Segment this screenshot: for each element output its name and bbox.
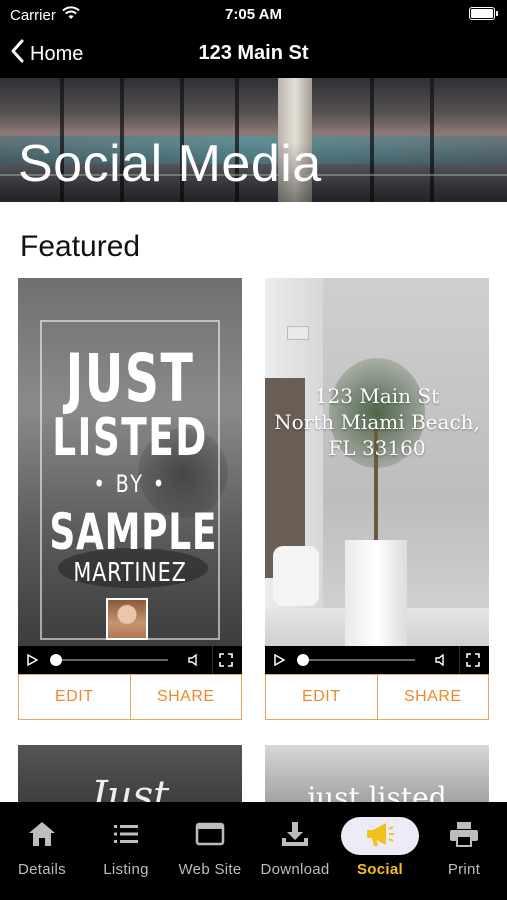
tab-social[interactable]: Social: [338, 816, 422, 882]
play-button[interactable]: [265, 646, 293, 674]
address-line: FL 33160: [328, 436, 426, 460]
overlay-line: MARTINEZ: [73, 558, 187, 588]
clock: 7:05 AM: [225, 6, 282, 23]
house-icon: [27, 816, 57, 852]
chevron-left-icon: [10, 39, 24, 69]
tab-web-site[interactable]: Web Site: [168, 816, 252, 882]
tab-label: Social: [357, 861, 403, 878]
tab-details[interactable]: Details: [0, 816, 84, 882]
printer-icon: [448, 816, 480, 852]
battery-icon: [469, 7, 498, 20]
progress-knob[interactable]: [297, 654, 309, 666]
play-icon: [274, 654, 285, 666]
video-controls: [265, 646, 489, 674]
download-tray-icon: [280, 816, 310, 852]
video-thumbnail: 123 Main St North Miami Beach, FL 33160: [265, 278, 489, 646]
share-button[interactable]: SHARE: [376, 675, 489, 719]
volume-button[interactable]: [182, 646, 206, 674]
speaker-icon: [435, 654, 444, 666]
volume-button[interactable]: [429, 646, 453, 674]
progress-knob[interactable]: [50, 654, 62, 666]
tab-label: Download: [260, 861, 330, 878]
featured-card-address: 123 Main St North Miami Beach, FL 33160 …: [265, 278, 489, 722]
progress-track: [50, 659, 168, 661]
tab-label: Web Site: [178, 861, 242, 878]
next-card-right[interactable]: just listed: [265, 745, 489, 805]
progress-track: [297, 659, 415, 661]
hero-title: Social Media: [18, 135, 322, 193]
share-button[interactable]: SHARE: [129, 675, 242, 719]
play-button[interactable]: [18, 646, 46, 674]
fullscreen-button[interactable]: [213, 646, 239, 674]
fullscreen-icon: [466, 653, 480, 667]
progress-scrubber[interactable]: [50, 646, 168, 674]
progress-scrubber[interactable]: [297, 646, 415, 674]
thumbnail-vent: [287, 326, 309, 340]
card-actions: EDIT SHARE: [18, 674, 242, 720]
overlay-line: LISTED: [52, 408, 208, 468]
back-button[interactable]: Home: [10, 39, 83, 69]
edit-button[interactable]: EDIT: [19, 675, 130, 719]
back-label: Home: [30, 42, 84, 65]
navigation-bar: Home 123 Main St: [0, 30, 507, 78]
tab-label: Details: [18, 861, 66, 878]
speaker-icon: [188, 654, 197, 666]
thumbnail-planter: [345, 540, 407, 646]
megaphone-icon: [364, 816, 396, 852]
overlay-line: SAMPLE: [49, 503, 218, 561]
video-player[interactable]: JUST LISTED • BY • SAMPLE MARTINEZ: [18, 278, 242, 674]
next-card-text: Just: [90, 773, 170, 805]
next-card-left[interactable]: Just: [18, 745, 242, 805]
card-actions: EDIT SHARE: [265, 674, 489, 720]
agent-avatar: [106, 598, 148, 640]
overlay-line: JUST: [65, 340, 195, 417]
play-icon: [27, 654, 38, 666]
tab-label: Print: [447, 861, 481, 878]
edit-button[interactable]: EDIT: [266, 675, 377, 719]
tab-print[interactable]: Print: [422, 816, 506, 882]
list-icon: [112, 816, 140, 852]
tab-bar: Details Listing Web Site Download Social…: [0, 802, 507, 900]
fullscreen-icon: [219, 653, 233, 667]
browser-window-icon: [195, 816, 225, 852]
video-controls: [18, 646, 242, 674]
video-player[interactable]: 123 Main St North Miami Beach, FL 33160: [265, 278, 489, 674]
status-bar: Carrier 7:05 AM: [0, 0, 507, 30]
thumbnail-toilet: [273, 546, 319, 606]
address-line: 123 Main St: [314, 384, 440, 408]
tab-listing[interactable]: Listing: [84, 816, 168, 882]
tab-label: Listing: [103, 861, 149, 878]
address-line: North Miami Beach,: [274, 410, 480, 434]
fullscreen-button[interactable]: [460, 646, 486, 674]
featured-heading: Featured: [20, 230, 141, 263]
tab-download[interactable]: Download: [253, 816, 337, 882]
overlay-line: • BY •: [93, 470, 167, 498]
featured-card-just-listed: JUST LISTED • BY • SAMPLE MARTINEZ EDIT …: [18, 278, 242, 722]
video-thumbnail: JUST LISTED • BY • SAMPLE MARTINEZ: [18, 278, 242, 646]
